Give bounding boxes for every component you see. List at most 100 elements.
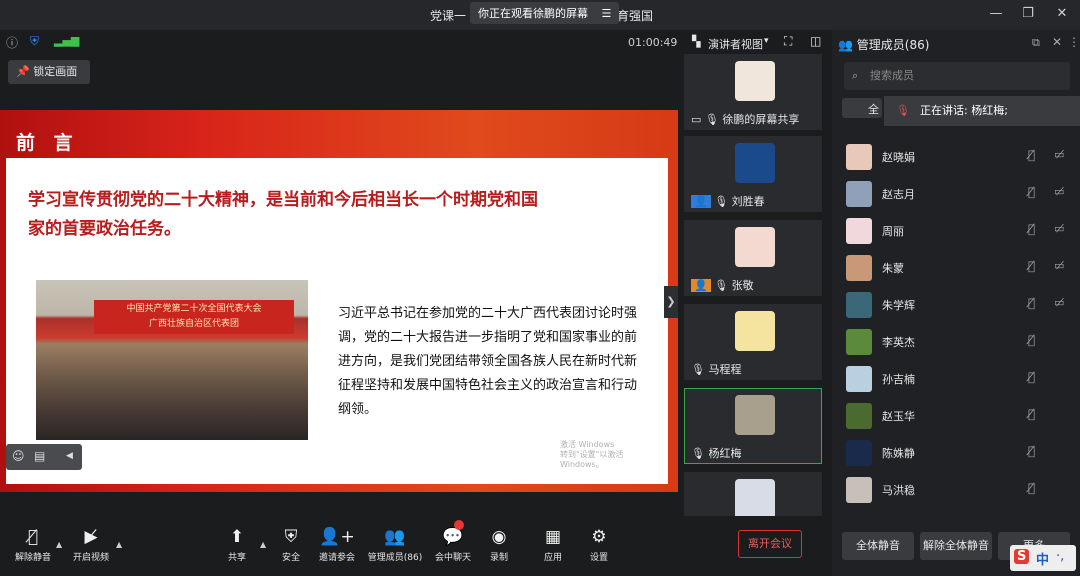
- manage-members-button[interactable]: 👥 管理成员(86): [362, 520, 428, 574]
- invite-button[interactable]: 👤+ 邀请参会: [306, 520, 368, 574]
- member-row[interactable]: 周丽 🎙̸ ▭̸: [832, 212, 1080, 249]
- member-row[interactable]: 陈姝静 🎙̸: [832, 434, 1080, 471]
- emoji-icon[interactable]: ☺: [12, 449, 25, 463]
- avatar: [846, 329, 872, 355]
- sidebar-toggle-icon[interactable]: ◫: [810, 34, 821, 48]
- speaker-view-bar: ▚ 演讲者视图 ▾ ⛶ ◫: [684, 30, 830, 54]
- member-row[interactable]: 孙吉楠 🎙̸: [832, 360, 1080, 397]
- video-tile[interactable]: [684, 472, 822, 516]
- video-tile-active[interactable]: 🎙 杨红梅: [684, 388, 822, 464]
- avatar: [846, 144, 872, 170]
- mic-muted-icon[interactable]: 🎙̸: [1028, 296, 1035, 310]
- member-name: 李英杰: [882, 336, 915, 349]
- mic-muted-icon[interactable]: 🎙̸: [1028, 185, 1035, 199]
- avatar: [735, 227, 775, 267]
- fullscreen-icon[interactable]: ⛶: [784, 34, 792, 49]
- mic-muted-icon: 🎙: [896, 104, 910, 117]
- mic-muted-icon[interactable]: 🎙̸: [1028, 259, 1035, 273]
- tile-name-text: 刘胜春: [731, 195, 765, 208]
- invite-label: 邀请参会: [318, 553, 355, 563]
- member-name: 赵玉华: [882, 410, 915, 423]
- mic-muted-icon[interactable]: 🎙̸: [1028, 444, 1035, 458]
- banner-line2: 广西壮族自治区代表团: [148, 319, 239, 329]
- comment-icon[interactable]: ▤: [34, 449, 45, 463]
- chevron-down-icon[interactable]: ▾: [764, 36, 769, 46]
- unmute-all-button[interactable]: 解除全体静音: [920, 532, 992, 560]
- collapse-left-icon[interactable]: ◀: [66, 451, 73, 461]
- share-button[interactable]: ⬆ 共享: [206, 520, 268, 574]
- filter-tab[interactable]: 全: [842, 98, 882, 118]
- video-off-icon: ▶̸: [84, 527, 98, 547]
- member-row[interactable]: 李英杰 🎙̸: [832, 323, 1080, 360]
- lock-screen-button[interactable]: 📌 锁定画面: [8, 60, 90, 84]
- members-icon: 👥: [838, 38, 853, 52]
- mic-muted-icon[interactable]: 🎙̸: [1028, 407, 1035, 421]
- shield-icon[interactable]: ⛨: [30, 34, 39, 49]
- start-video-button[interactable]: ▶̸ 开启视频: [60, 520, 122, 574]
- ime-punct-icon: ·,: [1056, 549, 1065, 564]
- leave-meeting-button[interactable]: 离开会议: [738, 530, 802, 558]
- settings-button[interactable]: ⚙ 设置: [568, 520, 630, 574]
- slide-card: 学习宣传贯彻党的二十大精神，是当前和今后相当长一个时期党和国家的首要政治任务。 …: [6, 158, 668, 484]
- member-row[interactable]: 赵玉华 🎙̸: [832, 397, 1080, 434]
- member-row[interactable]: 赵晓娟 🎙̸ ▭̸: [832, 138, 1080, 175]
- close-icon[interactable]: ✕: [1052, 6, 1072, 21]
- avatar: [846, 477, 872, 503]
- watching-text: 你正在观看徐鹏的屏幕: [478, 7, 588, 20]
- collapse-toggle[interactable]: ❯: [664, 286, 678, 318]
- video-off-icon[interactable]: ▭̸: [1054, 185, 1064, 198]
- video-off-icon[interactable]: ▭̸: [1054, 222, 1064, 235]
- video-off-icon[interactable]: ▭̸: [1054, 296, 1064, 309]
- avatar: [846, 181, 872, 207]
- tile-name-text: 杨红梅: [708, 447, 742, 460]
- shared-slide: 前 言 学习宣传贯彻党的二十大精神，是当前和今后相当长一个时期党和国家的首要政治…: [0, 110, 678, 492]
- bottom-toolbar: 🎙̸ 解除静音 ▲ ▶̸ 开启视频 ▲ ⬆ 共享 ▲ ⛨ 安全 👤+ 邀请参会 …: [0, 518, 830, 576]
- meeting-timer: 01:00:49: [628, 36, 678, 49]
- mic-muted-icon[interactable]: 🎙̸: [1028, 148, 1035, 162]
- search-input[interactable]: ⌕ 搜索成员: [844, 62, 1070, 90]
- info-icon[interactable]: ⓘ: [6, 34, 18, 51]
- maximize-icon[interactable]: ❐: [1018, 6, 1038, 21]
- video-off-icon[interactable]: ▭̸: [1054, 148, 1064, 161]
- minimize-icon[interactable]: —: [986, 6, 1006, 21]
- mic-muted-icon[interactable]: 🎙̸: [1028, 370, 1035, 384]
- member-name: 赵志月: [882, 188, 915, 201]
- member-row[interactable]: 朱蒙 🎙̸ ▭̸: [832, 249, 1080, 286]
- windows-watermark: 激活 Windows 转到"设置"以激活 Windows。: [560, 440, 668, 470]
- close-panel-icon[interactable]: ✕: [1052, 35, 1062, 49]
- popout-icon[interactable]: ⧉: [1032, 36, 1040, 50]
- video-off-icon[interactable]: ▭̸: [1054, 259, 1064, 272]
- video-tile[interactable]: ▭ 🎙 徐鹏的屏幕共享: [684, 54, 822, 130]
- video-tile[interactable]: 👤 🎙 刘胜春: [684, 136, 822, 212]
- member-row[interactable]: 马洪稳 🎙̸: [832, 471, 1080, 508]
- signal-icon[interactable]: ▂▄▆: [54, 34, 79, 47]
- unmute-label: 解除静音: [14, 553, 51, 563]
- share-label: 共享: [227, 553, 246, 563]
- record-button[interactable]: ◉ 录制: [468, 520, 530, 574]
- start-video-label: 开启视频: [72, 553, 109, 563]
- mic-icon: 🎙: [714, 195, 729, 208]
- mute-all-button[interactable]: 全体静音: [842, 532, 914, 560]
- avatar: [846, 440, 872, 466]
- member-name: 孙吉楠: [882, 373, 915, 386]
- share-screen-icon: ⬆: [229, 527, 245, 547]
- mic-muted-icon[interactable]: 🎙̸: [1028, 333, 1035, 347]
- unmute-button[interactable]: 🎙̸ 解除静音: [2, 520, 64, 574]
- member-name: 周丽: [882, 225, 904, 238]
- member-name: 马洪稳: [882, 484, 915, 497]
- banner-line1: 中国共产党第二十次全国代表大会: [126, 304, 262, 314]
- mic-muted-icon[interactable]: 🎙̸: [1028, 222, 1035, 236]
- layout-icon[interactable]: ▚: [692, 35, 700, 48]
- speaker-view-dropdown[interactable]: 演讲者视图: [708, 36, 763, 52]
- menu-icon[interactable]: ☰: [602, 7, 612, 20]
- ime-indicator[interactable]: S 中 ·,: [1010, 545, 1076, 571]
- slide-body-text: 习近平总书记在参加党的二十大广西代表团讨论时强调，党的二十大报告进一步指明了党和…: [338, 306, 638, 417]
- more-vertical-icon[interactable]: ⋮: [1068, 35, 1080, 49]
- mic-muted-icon[interactable]: 🎙̸: [1028, 481, 1035, 495]
- mic-icon: 🎙: [691, 363, 705, 376]
- member-row[interactable]: 赵志月 🎙̸ ▭̸: [832, 175, 1080, 212]
- video-tile[interactable]: 🎙 马程程: [684, 304, 822, 380]
- member-row[interactable]: 朱学辉 🎙̸ ▭̸: [832, 286, 1080, 323]
- caret-up-icon[interactable]: ▲: [116, 540, 122, 549]
- video-tile[interactable]: 👤 🎙 张敬: [684, 220, 822, 296]
